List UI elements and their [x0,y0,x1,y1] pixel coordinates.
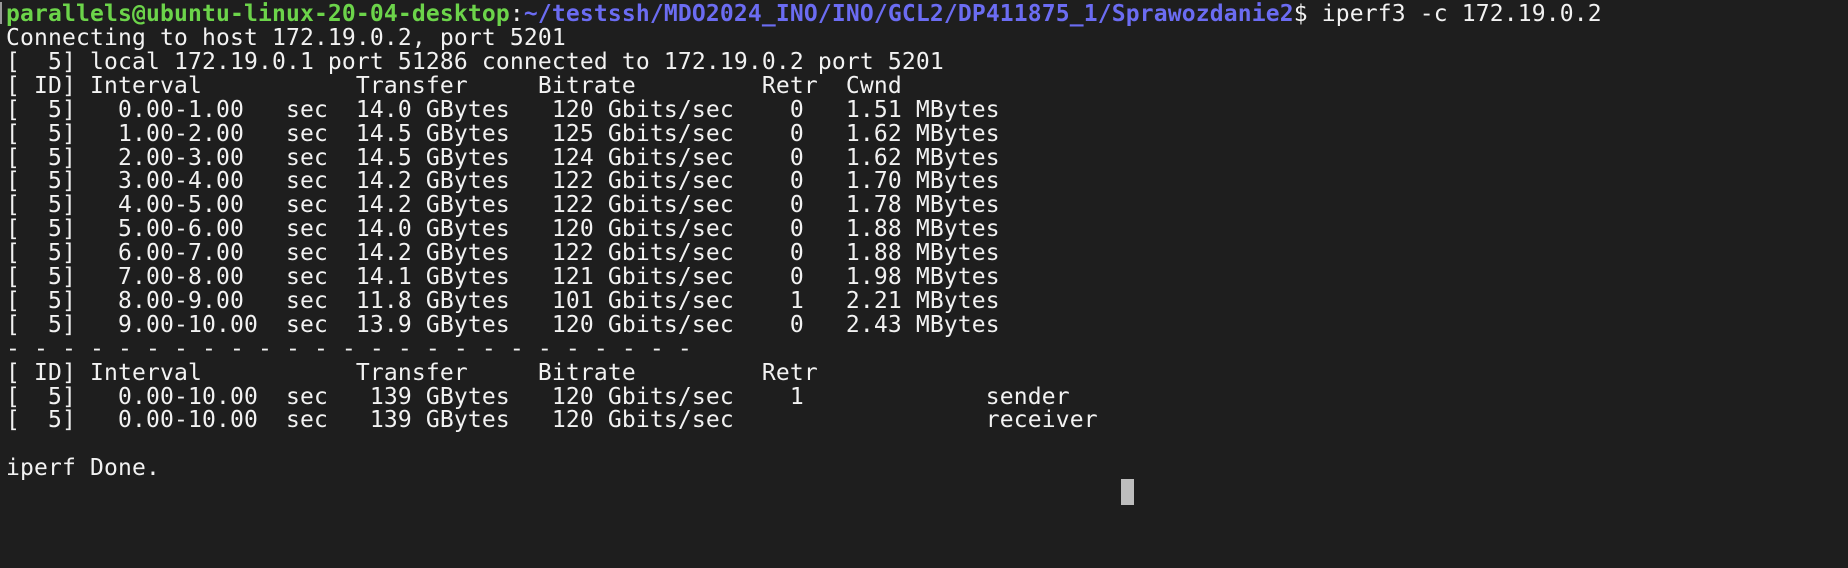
selection-marker [0,2,2,24]
output-line: iperf Done. [6,455,160,482]
prompt-dollar: $ [1293,1,1322,27]
prompt-path: ~/testssh/MDO2024_INO/INO/GCL2/DP411875_… [523,1,1294,27]
command-text: iperf3 -c 172.19.0.2 [1321,1,1602,27]
terminal-cursor [1121,479,1134,506]
terminal-window[interactable]: parallels@ubuntu-linux-20-04-desktop:~/t… [0,0,1848,568]
output-line: [ 5] 0.00-10.00 sec 139 GBytes 120 Gbits… [6,407,1098,434]
active-prompt-line[interactable] [1121,478,1134,506]
